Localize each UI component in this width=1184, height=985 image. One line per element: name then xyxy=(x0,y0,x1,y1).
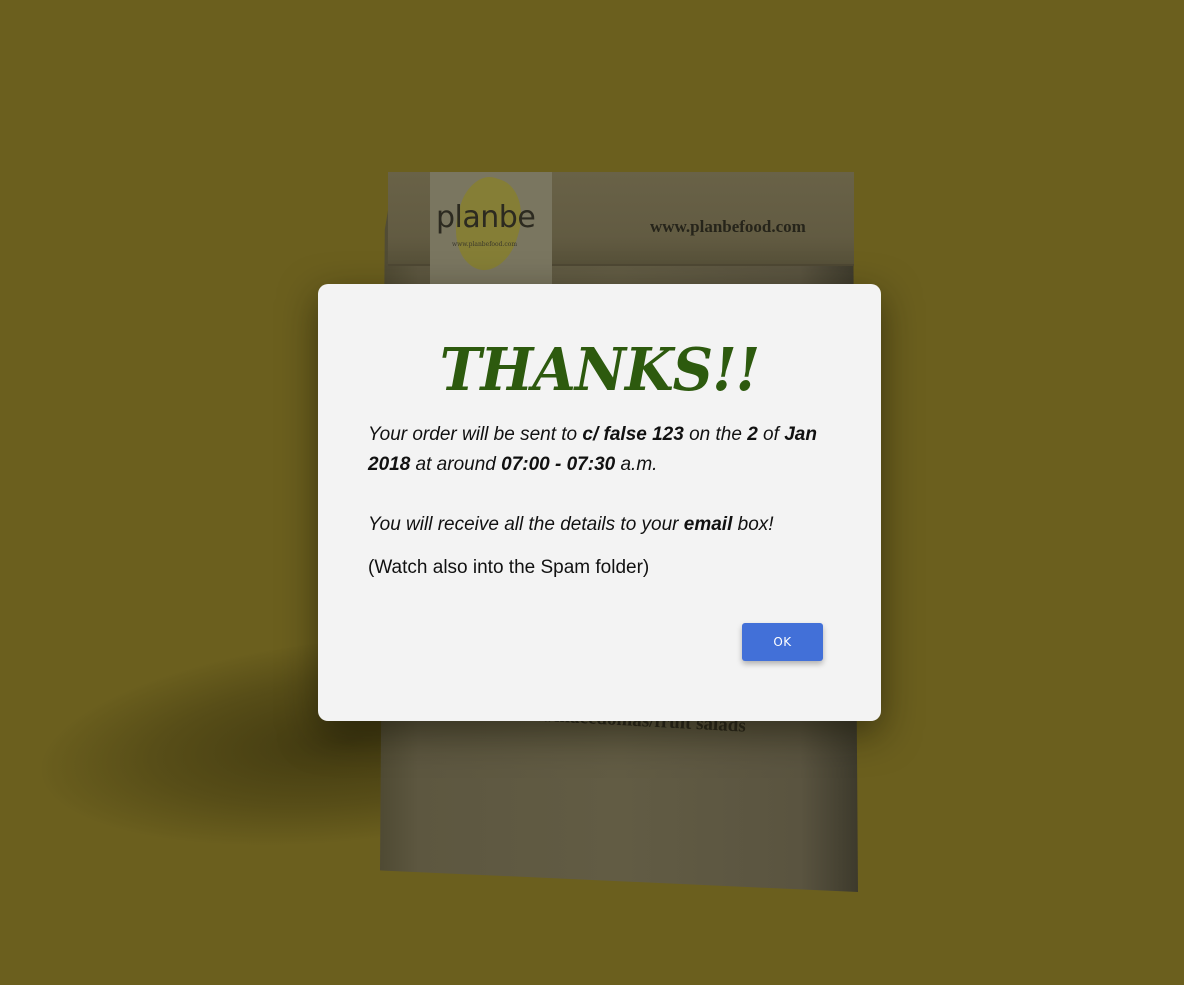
dialog-title: THANKS!! xyxy=(439,335,761,405)
details-emphasis: email xyxy=(683,514,733,535)
order-prefix: Your order will be sent to xyxy=(368,424,583,445)
order-suffix: a.m. xyxy=(615,454,658,475)
bag-logo-url: www.planbefood.com xyxy=(452,241,518,248)
order-on-the: on the xyxy=(683,424,748,445)
delivery-time-range: 07:00 - 07:30 xyxy=(501,454,616,475)
order-summary-text: Your order will be sent to c/ false 123 … xyxy=(368,420,838,480)
ok-button[interactable]: OK xyxy=(742,623,823,661)
order-confirmation-dialog: THANKS!! Your order will be sent to c/ f… xyxy=(318,284,881,721)
details-email-text: You will receive all the details to your… xyxy=(368,510,838,540)
dialog-body: Your order will be sent to c/ false 123 … xyxy=(368,420,838,583)
details-suffix: box! xyxy=(732,514,774,535)
spam-folder-note: (Watch also into the Spam folder) xyxy=(368,557,650,578)
delivery-day: 2 xyxy=(747,424,758,445)
details-prefix: You will receive all the details to your xyxy=(368,514,684,535)
order-at-around: at around xyxy=(410,454,502,475)
bag-logo: planbe xyxy=(436,200,536,235)
delivery-address: c/ false 123 xyxy=(582,424,684,445)
order-of: of xyxy=(757,424,785,445)
bag-url-text: www.planbefood.com xyxy=(650,217,806,236)
